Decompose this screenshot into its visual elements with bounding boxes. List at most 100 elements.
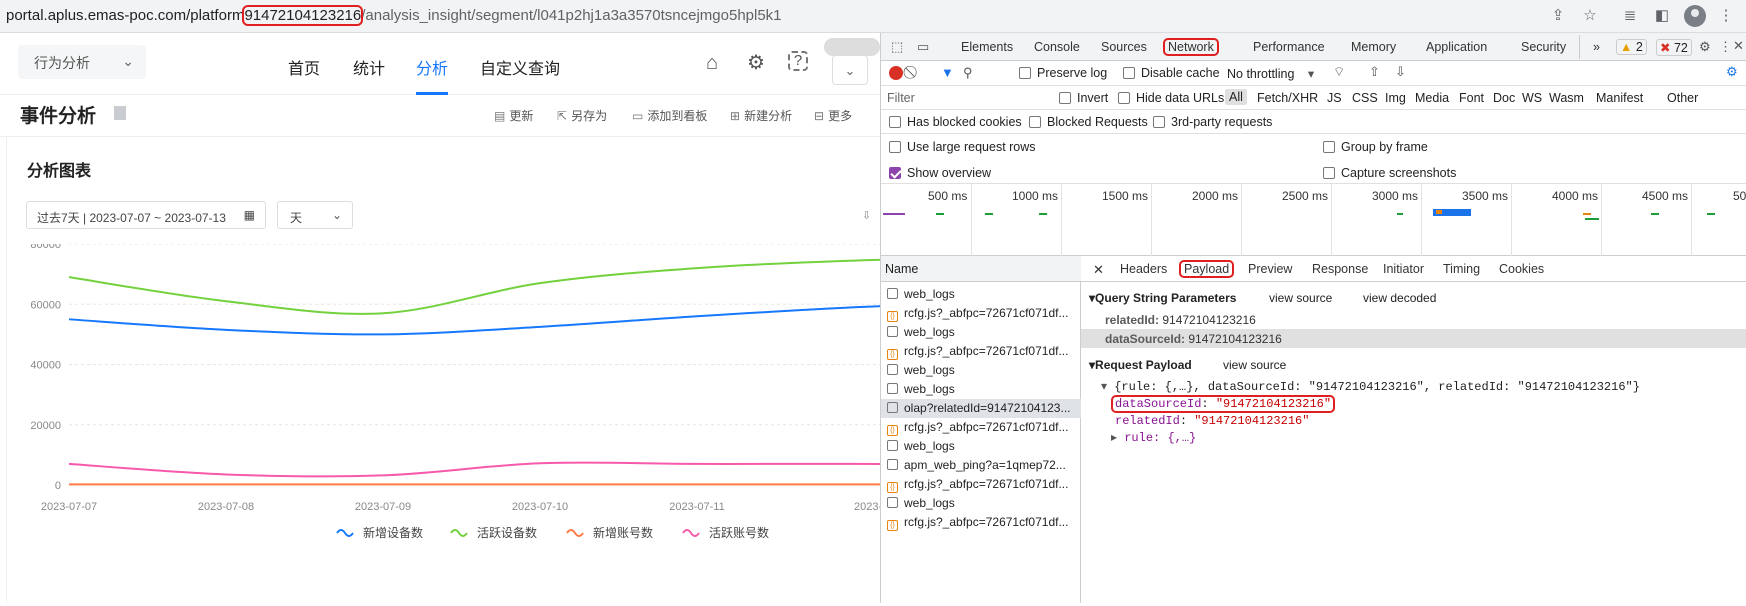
network-settings-gear-icon[interactable]: ⚙ — [1726, 64, 1738, 80]
request-row[interactable]: {} rcfg.js?_abfpc=72671cf071df... — [881, 418, 1081, 437]
hide-data-urls-checkbox[interactable]: Hide data URLs — [1118, 91, 1224, 105]
tab-application[interactable]: Application — [1426, 40, 1487, 54]
type-filter-media[interactable]: Media — [1415, 91, 1449, 105]
request-row[interactable]: web_logs — [881, 380, 1081, 399]
view-source-link[interactable]: view source — [1269, 291, 1332, 305]
tab-memory[interactable]: Memory — [1351, 40, 1396, 54]
collapse-button[interactable]: ⌄ — [832, 55, 868, 85]
tab-elements[interactable]: Elements — [961, 40, 1013, 54]
request-row[interactable]: web_logs — [881, 437, 1081, 456]
request-row[interactable]: web_logs — [881, 494, 1081, 513]
legend-label[interactable]: 活跃设备数 — [477, 525, 537, 540]
help-icon[interactable]: ? — [788, 51, 808, 71]
type-filter-all[interactable]: All — [1225, 89, 1247, 105]
invert-checkbox[interactable]: Invert — [1059, 91, 1108, 105]
type-filter-font[interactable]: Font — [1459, 91, 1484, 105]
export-har-icon[interactable]: ⇩ — [1395, 64, 1406, 80]
url-text[interactable]: portal.aplus.emas-poc.com/platform914721… — [6, 5, 782, 26]
request-row[interactable]: {} rcfg.js?_abfpc=72671cf071df... — [881, 513, 1081, 532]
request-row[interactable]: olap?relatedId=91472104123... — [881, 399, 1081, 418]
add-to-board-button[interactable]: ▭ 添加到看板 — [632, 107, 707, 124]
type-filter-doc[interactable]: Doc — [1493, 91, 1515, 105]
large-rows-checkbox[interactable]: Use large request rows — [889, 140, 1036, 154]
more-button[interactable]: ⊟ 更多 — [814, 107, 852, 124]
type-filter-manifest[interactable]: Manifest — [1596, 91, 1643, 105]
granularity-select[interactable]: 天 ⌄ — [277, 201, 353, 229]
disable-cache-checkbox[interactable]: Disable cache — [1123, 66, 1220, 80]
tab-cookies[interactable]: Cookies — [1499, 262, 1544, 276]
side-panel-icon[interactable]: ◧ — [1652, 6, 1672, 26]
nav-home[interactable]: 首页 — [288, 55, 320, 79]
download-icon[interactable]: ⇩ — [862, 209, 871, 222]
type-filter-other[interactable]: Other — [1667, 91, 1698, 105]
legend-label[interactable]: 新增设备数 — [363, 525, 423, 540]
filter-icon[interactable]: ▼ — [941, 65, 954, 80]
capture-screenshots-checkbox[interactable]: Capture screenshots — [1323, 166, 1456, 180]
series-line[interactable] — [68, 301, 881, 336]
new-analysis-button[interactable]: ⊞ 新建分析 — [730, 107, 792, 124]
third-party-checkbox[interactable]: 3rd-party requests — [1153, 115, 1272, 129]
throttling-select[interactable]: No throttling ▾ — [1227, 66, 1314, 81]
search-icon[interactable]: ⚲ — [963, 65, 973, 81]
type-filter-css[interactable]: CSS — [1352, 91, 1378, 105]
device-toolbar-icon[interactable]: ▭ — [917, 39, 929, 55]
show-overview-checkbox[interactable]: Show overview — [889, 166, 991, 180]
tab-timing[interactable]: Timing — [1443, 262, 1480, 276]
warnings-badge[interactable]: ▲ 2 — [1616, 39, 1647, 55]
date-range-picker[interactable]: 过去7天 | 2023-07-07 ~ 2023-07-13 ▦ — [26, 201, 266, 229]
nav-analysis[interactable]: 分析 — [416, 55, 448, 79]
profile-avatar[interactable] — [1684, 5, 1706, 27]
browser-address-bar[interactable]: portal.aplus.emas-poc.com/platform914721… — [0, 0, 1746, 33]
type-filter-fetch[interactable]: Fetch/XHR — [1257, 91, 1318, 105]
browser-menu-icon[interactable]: ⋮ — [1716, 6, 1736, 26]
record-stop-icon[interactable] — [889, 66, 903, 80]
filter-input[interactable]: Filter — [887, 91, 1027, 105]
tab-response[interactable]: Response — [1312, 262, 1368, 276]
more-tabs-icon[interactable]: » — [1593, 40, 1600, 54]
blocked-cookies-checkbox[interactable]: Has blocked cookies — [889, 115, 1022, 129]
name-column-header[interactable]: Name — [881, 256, 1081, 282]
request-row[interactable]: web_logs — [881, 361, 1081, 380]
inspect-icon[interactable]: ⬚ — [891, 39, 903, 55]
group-by-frame-checkbox[interactable]: Group by frame — [1323, 140, 1428, 154]
tab-headers[interactable]: Headers — [1120, 262, 1167, 276]
nav-stats[interactable]: 统计 — [353, 55, 385, 79]
payload-field-rule[interactable]: ▸ rule: {,…} — [1111, 430, 1196, 445]
save-as-button[interactable]: ⇱ 另存为 — [557, 107, 607, 124]
doc-icon[interactable] — [114, 106, 126, 120]
tab-console[interactable]: Console — [1034, 40, 1080, 54]
type-filter-js[interactable]: JS — [1327, 91, 1342, 105]
tab-sources[interactable]: Sources — [1101, 40, 1147, 54]
network-overview-timeline[interactable]: 500 ms 1000 ms 1500 ms 2000 ms 2500 ms 3… — [881, 184, 1746, 256]
request-row[interactable]: apm_web_ping?a=1qmep72... — [881, 456, 1081, 475]
share-icon[interactable]: ⇪ — [1548, 6, 1568, 26]
errors-badge[interactable]: ✖ 72 — [1656, 39, 1692, 56]
close-icon[interactable]: ✕ — [1733, 38, 1744, 54]
home-icon[interactable]: ⌂ — [700, 51, 724, 75]
legend-label[interactable]: 新增账号数 — [593, 525, 653, 540]
type-filter-img[interactable]: Img — [1385, 91, 1406, 105]
reading-list-icon[interactable]: ≣ — [1620, 6, 1640, 26]
payload-summary[interactable]: ▾ {rule: {,…}, dataSourceId: "9147210412… — [1101, 379, 1640, 394]
tab-security[interactable]: Security — [1521, 40, 1566, 54]
bookmark-star-icon[interactable]: ☆ — [1580, 6, 1600, 26]
kebab-menu-icon[interactable]: ⋮ — [1719, 39, 1732, 55]
close-icon[interactable]: ✕ — [1093, 262, 1104, 278]
tab-payload[interactable]: Payload — [1178, 260, 1235, 278]
gear-icon[interactable]: ⚙ — [744, 51, 768, 75]
legend-label[interactable]: 活跃账号数 — [709, 525, 769, 540]
request-row[interactable]: {} rcfg.js?_abfpc=72671cf071df... — [881, 475, 1081, 494]
import-har-icon[interactable]: ⇧ — [1369, 64, 1380, 80]
tab-preview[interactable]: Preview — [1248, 262, 1292, 276]
payload-view-source-link[interactable]: view source — [1223, 358, 1286, 372]
request-row[interactable]: web_logs — [881, 285, 1081, 304]
request-row[interactable]: web_logs — [881, 323, 1081, 342]
toggle-pill[interactable] — [824, 38, 880, 56]
preserve-log-checkbox[interactable]: Preserve log — [1019, 66, 1107, 80]
request-row[interactable]: {} rcfg.js?_abfpc=72671cf071df... — [881, 342, 1081, 361]
request-row[interactable]: {} rcfg.js?_abfpc=72671cf071df... — [881, 304, 1081, 323]
series-line[interactable] — [68, 461, 881, 478]
mode-select[interactable]: 行为分析 ⌄ — [18, 45, 146, 79]
tab-initiator[interactable]: Initiator — [1383, 262, 1424, 276]
refresh-button[interactable]: ▤ 更新 — [494, 107, 533, 124]
